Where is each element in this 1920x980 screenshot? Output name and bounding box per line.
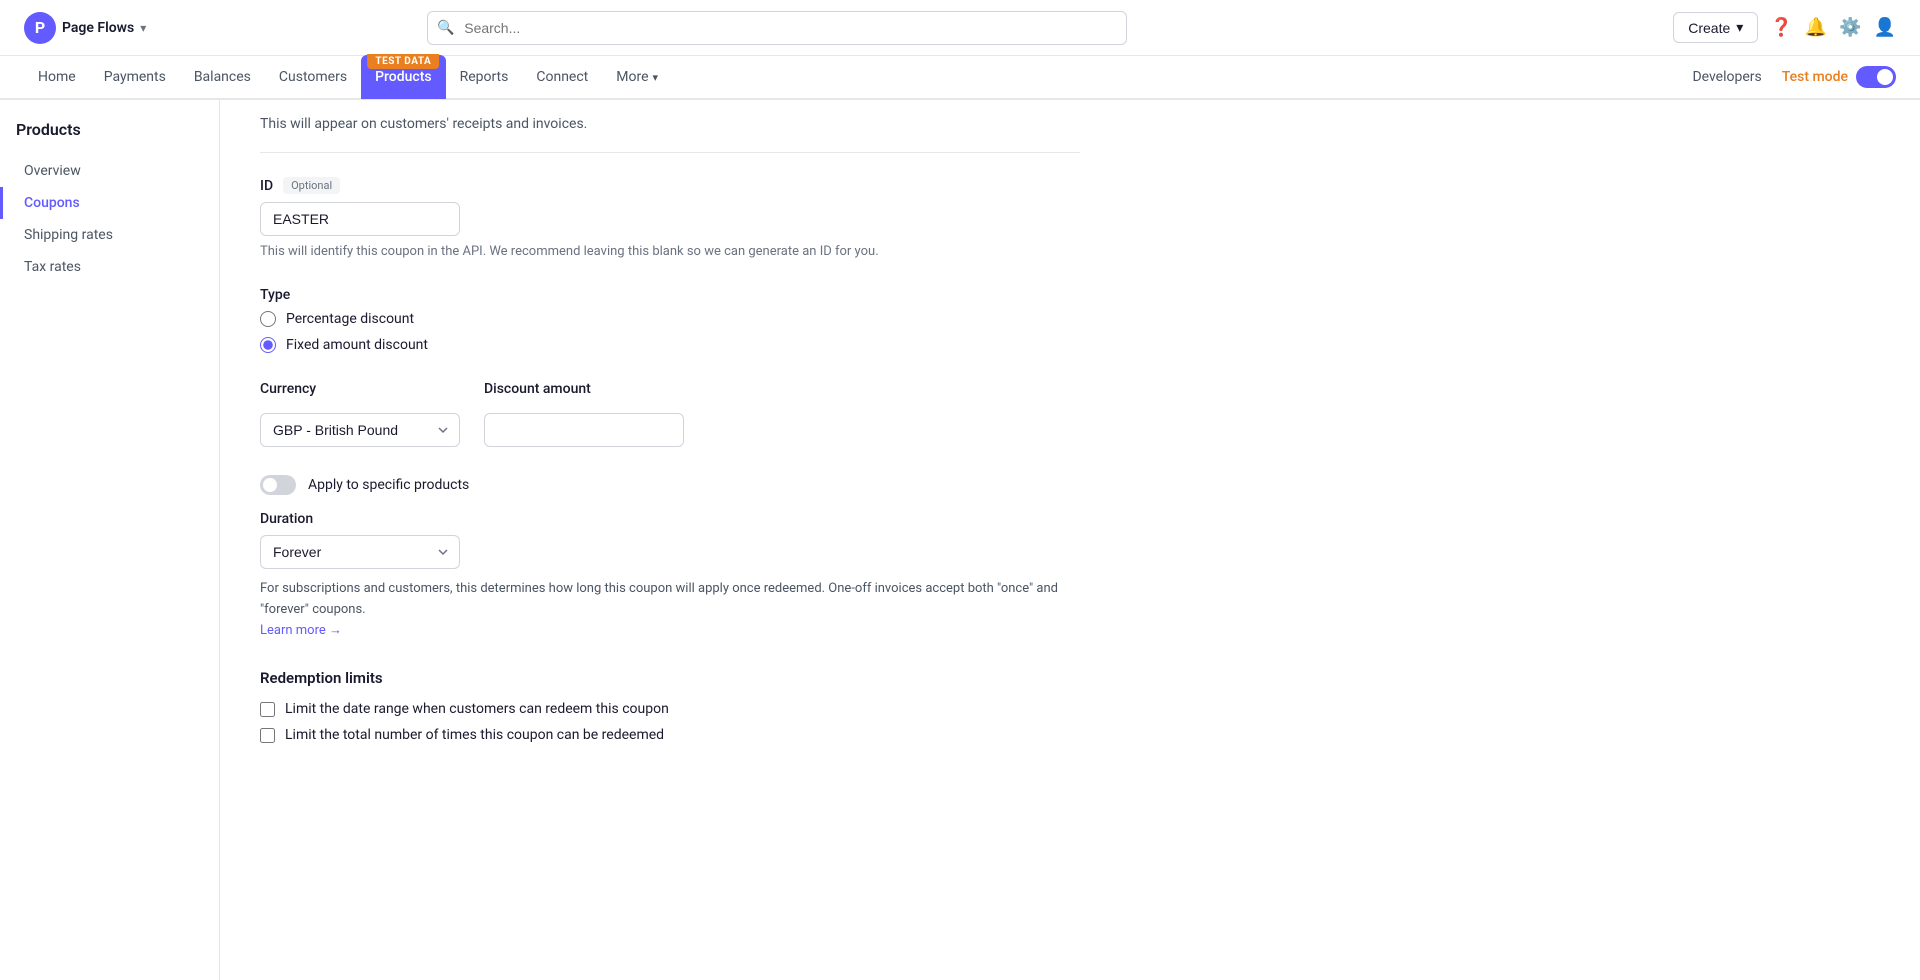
test-data-badge: TEST DATA (367, 54, 439, 69)
logo-icon: P (24, 12, 56, 44)
nav-item-payments[interactable]: Payments (90, 55, 180, 99)
search-icon: 🔍 (437, 20, 454, 36)
sidebar-item-overview[interactable]: Overview (8, 155, 211, 187)
logo-chevron-icon: ▾ (140, 21, 146, 35)
topbar: P Page Flows ▾ 🔍 Create ▾ ❓ 🔔 ⚙️ 👤 (0, 0, 1920, 56)
discount-input[interactable] (484, 413, 684, 447)
search-input[interactable] (427, 11, 1127, 45)
currency-col: Currency GBP - British Pound USD - US Do… (260, 381, 460, 447)
developers-link[interactable]: Developers (1692, 69, 1761, 85)
logo-area[interactable]: P Page Flows ▾ (24, 12, 146, 44)
currency-discount-section: Currency GBP - British Pound USD - US Do… (260, 381, 1080, 447)
currency-discount-row: Currency GBP - British Pound USD - US Do… (260, 381, 1080, 447)
test-mode-toggle[interactable] (1856, 66, 1896, 88)
id-section: ID Optional This will identify this coup… (260, 177, 1080, 259)
learn-more-link[interactable]: Learn more → (260, 623, 342, 638)
radio-fixed[interactable]: Fixed amount discount (260, 337, 1080, 353)
nav: Home Payments Balances Customers Product… (0, 56, 1920, 100)
redemption-date-range[interactable]: Limit the date range when customers can … (260, 701, 1080, 717)
discount-col: Discount amount £ (484, 381, 684, 447)
type-section: Type Percentage discount Fixed amount di… (260, 287, 1080, 353)
optional-badge: Optional (283, 177, 340, 194)
redemption-date-checkbox[interactable] (260, 702, 275, 717)
redemption-total-limit[interactable]: Limit the total number of times this cou… (260, 727, 1080, 743)
radio-fixed-input[interactable] (260, 337, 276, 353)
duration-section: Duration Forever Once Repeating For subs… (260, 511, 1080, 641)
sidebar-title: Products (0, 120, 219, 155)
id-hint: This will identify this coupon in the AP… (260, 244, 1080, 259)
logo-name: Page Flows (62, 20, 134, 36)
nav-item-more[interactable]: More ▾ (602, 55, 672, 99)
duration-note: For subscriptions and customers, this de… (260, 579, 1080, 641)
redemption-section: Redemption limits Limit the date range w… (260, 669, 1080, 743)
nav-item-reports[interactable]: Reports (446, 55, 523, 99)
currency-select[interactable]: GBP - British Pound USD - US Dollar EUR … (260, 413, 460, 447)
currency-label: Currency (260, 381, 460, 397)
search-bar: 🔍 (427, 11, 1127, 45)
discount-wrap: £ (484, 413, 684, 447)
create-chevron-icon: ▾ (1736, 19, 1743, 36)
nav-item-connect[interactable]: Connect (522, 55, 602, 99)
receipt-note: This will appear on customers' receipts … (260, 100, 1080, 153)
id-label: ID Optional (260, 177, 1080, 194)
main-content: This will appear on customers' receipts … (220, 100, 1120, 980)
apply-products-row: Apply to specific products (260, 475, 1080, 495)
test-mode-area: Test mode (1782, 66, 1896, 88)
nav-item-home[interactable]: Home (24, 55, 90, 99)
radio-percentage-input[interactable] (260, 311, 276, 327)
topbar-right: Create ▾ ❓ 🔔 ⚙️ 👤 (1673, 12, 1896, 43)
help-icon[interactable]: ❓ (1770, 17, 1792, 38)
sidebar-item-coupons[interactable]: Coupons (0, 187, 211, 219)
bell-icon[interactable]: 🔔 (1805, 17, 1827, 38)
redemption-title: Redemption limits (260, 669, 1080, 687)
nav-item-customers[interactable]: Customers (265, 55, 361, 99)
layout: Products Overview Coupons Shipping rates… (0, 100, 1920, 980)
sidebar: Products Overview Coupons Shipping rates… (0, 100, 220, 980)
nav-item-products[interactable]: Products TEST DATA (361, 55, 446, 99)
create-button[interactable]: Create ▾ (1673, 12, 1758, 43)
redemption-total-checkbox[interactable] (260, 728, 275, 743)
sidebar-item-tax-rates[interactable]: Tax rates (8, 251, 211, 283)
nav-item-balances[interactable]: Balances (180, 55, 265, 99)
discount-label: Discount amount (484, 381, 684, 397)
radio-percentage[interactable]: Percentage discount (260, 311, 1080, 327)
sidebar-item-shipping-rates[interactable]: Shipping rates (8, 219, 211, 251)
gear-icon[interactable]: ⚙️ (1839, 17, 1861, 38)
type-radio-group: Percentage discount Fixed amount discoun… (260, 311, 1080, 353)
apply-products-toggle[interactable] (260, 475, 296, 495)
user-icon[interactable]: 👤 (1874, 17, 1896, 38)
apply-products-label: Apply to specific products (308, 477, 469, 493)
type-label: Type (260, 287, 1080, 303)
duration-label: Duration (260, 511, 1080, 527)
more-chevron-icon: ▾ (653, 71, 659, 84)
nav-right: Developers Test mode (1692, 66, 1896, 88)
duration-select[interactable]: Forever Once Repeating (260, 535, 460, 569)
id-input[interactable] (260, 202, 460, 236)
